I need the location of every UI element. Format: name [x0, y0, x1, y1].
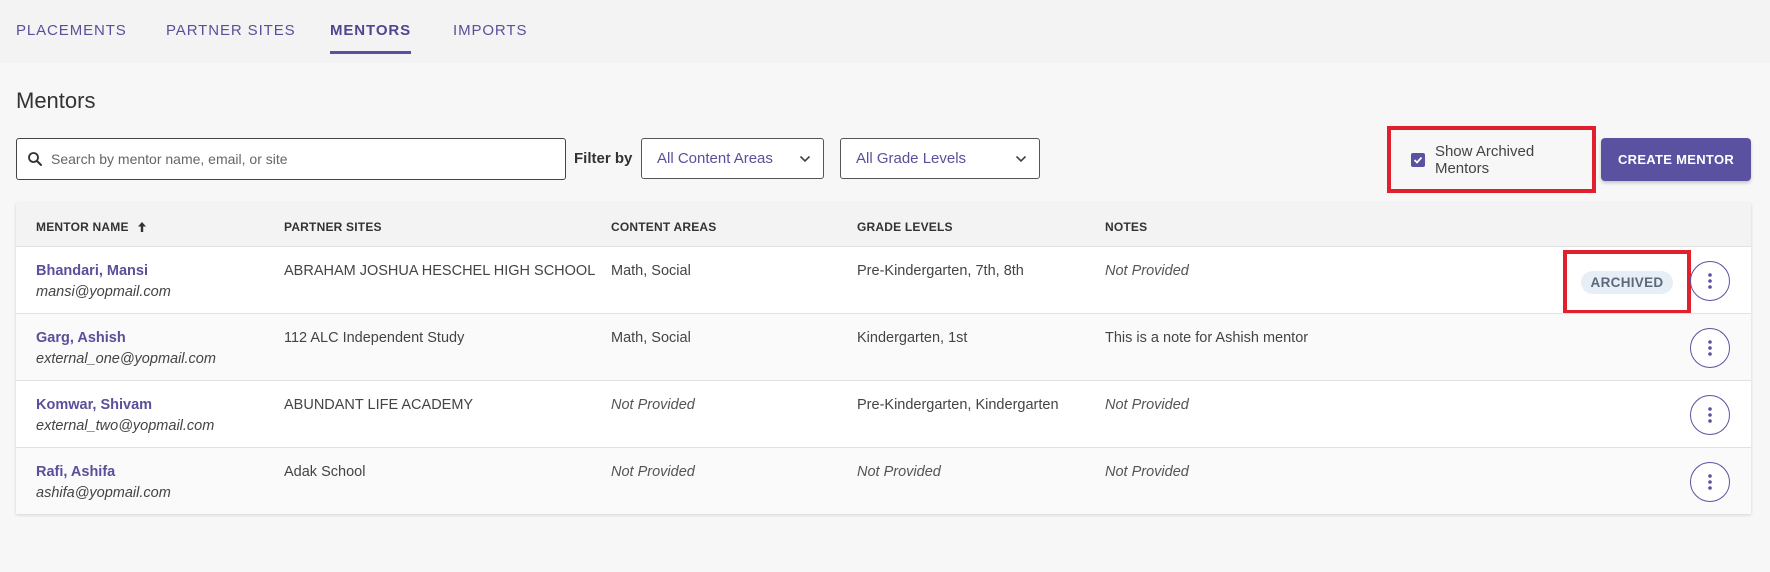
search-input[interactable] [51, 151, 551, 167]
notes-cell: This is a note for Ashish mentor [1105, 330, 1309, 346]
tab-imports[interactable]: IMPORTS [453, 22, 527, 54]
row-actions-button[interactable] [1690, 395, 1730, 435]
content-area-select[interactable]: All Content Areas [641, 138, 824, 179]
page-title: Mentors [16, 88, 96, 113]
table-row: Komwar, Shivam external_two@yopmail.com … [16, 380, 1751, 447]
sort-ascending-icon [138, 222, 147, 232]
tab-label: IMPORTS [453, 22, 528, 39]
filter-by-label: Filter by [574, 150, 633, 167]
grade-levels-cell: Pre-Kindergarten, Kindergarten [857, 397, 1059, 413]
tab-label: PARTNER SITES [166, 22, 296, 39]
column-header-partner-sites: PARTNER SITES [284, 220, 382, 234]
more-vertical-icon [1708, 273, 1712, 289]
notes-cell: Not Provided [1105, 464, 1189, 480]
chevron-down-icon [1015, 155, 1027, 162]
column-header-mentor-name[interactable]: MENTOR NAME [36, 220, 147, 234]
partner-sites-cell: Adak School [284, 464, 366, 480]
mentor-email: mansi@yopmail.com [36, 284, 171, 300]
tab-label: PLACEMENTS [16, 22, 127, 39]
content-areas-cell: Not Provided [611, 397, 695, 413]
more-vertical-icon [1708, 474, 1712, 490]
table-header: MENTOR NAME PARTNER SITES CONTENT AREAS … [16, 203, 1751, 246]
mentor-cell: Rafi, Ashifa ashifa@yopmail.com [36, 464, 171, 501]
status-highlight: ARCHIVED [1563, 250, 1691, 314]
more-vertical-icon [1708, 407, 1712, 423]
table-row: Bhandari, Mansi mansi@yopmail.com ABRAHA… [16, 246, 1751, 314]
search-icon [28, 152, 42, 166]
grade-levels-cell: Not Provided [857, 464, 941, 480]
partner-sites-cell: ABRAHAM JOSHUA HESCHEL HIGH SCHOOL [284, 263, 596, 279]
mentor-name-link[interactable]: Rafi, Ashifa [36, 464, 171, 480]
tab-label: MENTORS [330, 22, 412, 39]
create-mentor-button[interactable]: CREATE MENTOR [1601, 138, 1751, 181]
tab-partner-sites[interactable]: PARTNER SITES [166, 22, 296, 54]
more-vertical-icon [1708, 340, 1712, 356]
top-tab-bar: PLACEMENTS PARTNER SITES MENTORS IMPORTS [0, 0, 1770, 63]
grade-level-select[interactable]: All Grade Levels [840, 138, 1040, 179]
grade-level-value: All Grade Levels [856, 150, 967, 167]
tab-mentors[interactable]: MENTORS [330, 22, 412, 54]
show-archived-checkbox[interactable] [1411, 152, 1425, 167]
mentor-name-link[interactable]: Komwar, Shivam [36, 397, 214, 413]
mentor-email: external_one@yopmail.com [36, 351, 216, 367]
content-areas-cell: Not Provided [611, 464, 695, 480]
mentor-cell: Bhandari, Mansi mansi@yopmail.com [36, 263, 171, 300]
row-actions-button[interactable] [1690, 462, 1730, 502]
column-header-notes: NOTES [1105, 220, 1148, 234]
row-actions-button[interactable] [1690, 261, 1730, 301]
partner-sites-cell: ABUNDANT LIFE ACADEMY [284, 397, 474, 413]
status-badge: ARCHIVED [1580, 270, 1674, 294]
content-areas-cell: Math, Social [611, 330, 691, 346]
mentor-name-link[interactable]: Garg, Ashish [36, 330, 216, 346]
column-header-grade-levels: GRADE LEVELS [857, 220, 953, 234]
mentor-email: external_two@yopmail.com [36, 418, 215, 434]
mentors-table: MENTOR NAME PARTNER SITES CONTENT AREAS … [16, 203, 1751, 514]
column-header-content-areas: CONTENT AREAS [611, 220, 717, 234]
grade-levels-cell: Pre-Kindergarten, 7th, 8th [857, 263, 1024, 279]
notes-cell: Not Provided [1105, 397, 1189, 413]
mentor-email: ashifa@yopmail.com [36, 485, 171, 501]
show-archived-toggle[interactable]: Show Archived Mentors [1387, 126, 1596, 193]
table-row: Rafi, Ashifa ashifa@yopmail.com Adak Sch… [16, 447, 1751, 514]
notes-cell: Not Provided [1105, 263, 1189, 279]
tab-placements[interactable]: PLACEMENTS [16, 22, 127, 54]
checkmark-icon [1413, 156, 1423, 164]
search-box[interactable] [16, 138, 566, 180]
table-row: Garg, Ashish external_one@yopmail.com 11… [16, 313, 1751, 380]
show-archived-label: Show Archived Mentors [1434, 142, 1535, 177]
content-area-value: All Content Areas [657, 150, 773, 167]
partner-sites-cell: 112 ALC Independent Study [284, 330, 465, 346]
mentor-cell: Garg, Ashish external_one@yopmail.com [36, 330, 216, 367]
mentor-name-link[interactable]: Bhandari, Mansi [36, 263, 171, 279]
row-actions-button[interactable] [1690, 328, 1730, 368]
content-areas-cell: Math, Social [611, 263, 691, 279]
chevron-down-icon [799, 155, 811, 162]
active-tab-indicator [330, 51, 412, 54]
grade-levels-cell: Kindergarten, 1st [857, 330, 968, 346]
mentor-cell: Komwar, Shivam external_two@yopmail.com [36, 397, 214, 434]
